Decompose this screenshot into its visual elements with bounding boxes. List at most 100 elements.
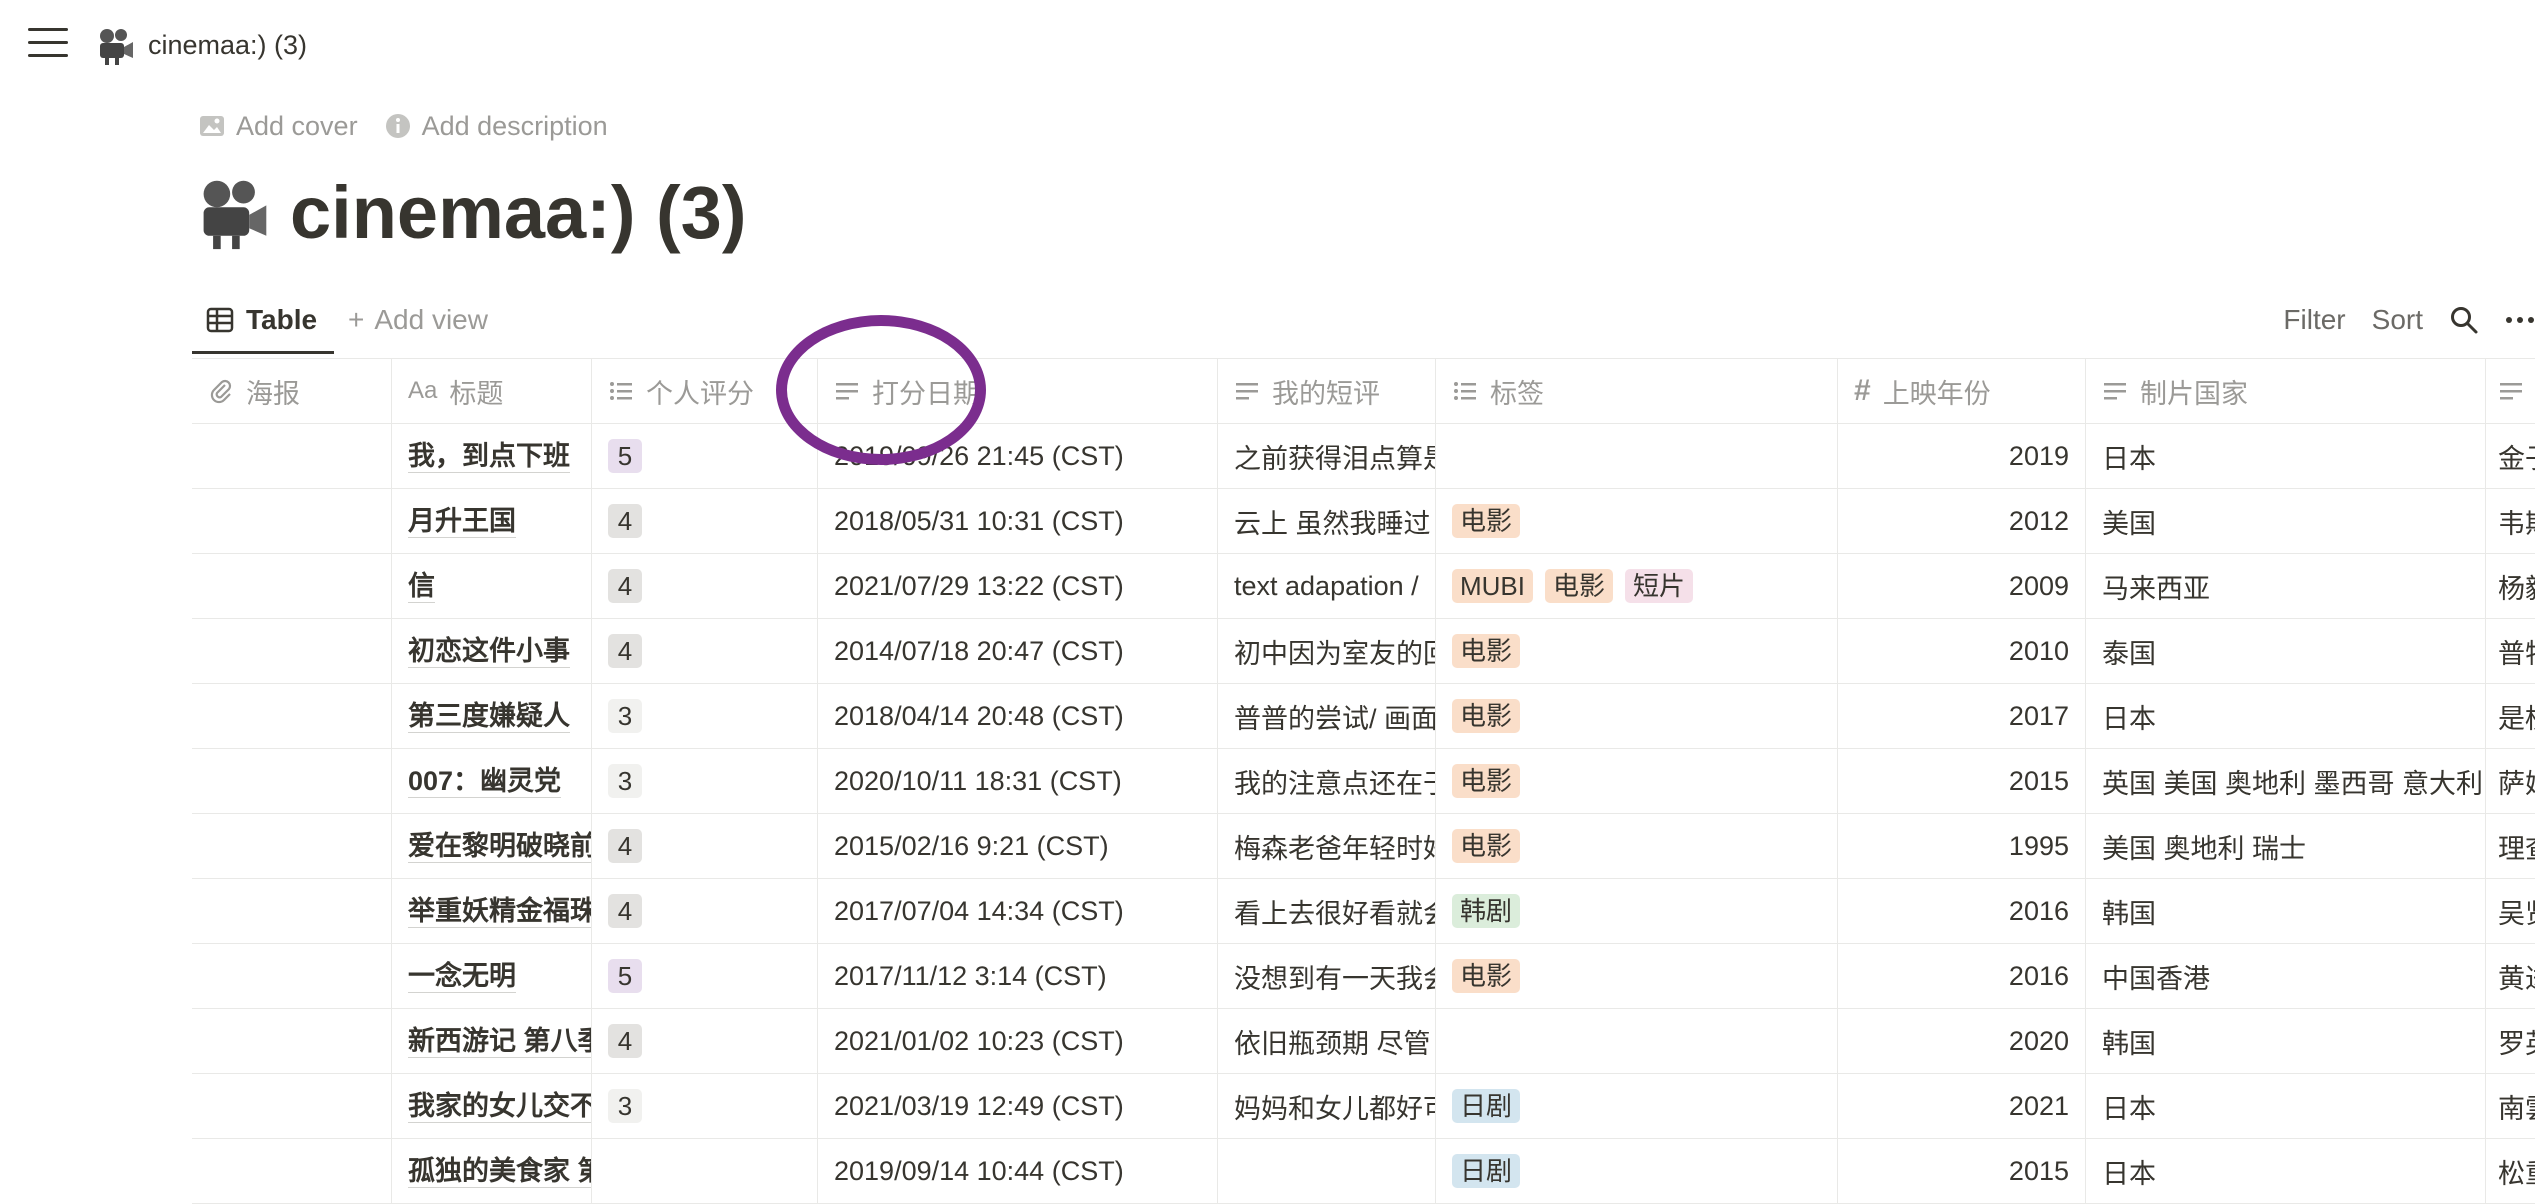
cell-year[interactable]: 2016 (1838, 944, 2086, 1008)
more-icon[interactable] (2505, 305, 2535, 335)
cell-date[interactable]: 2018/05/31 10:31 (CST) (818, 489, 1218, 553)
cell-review[interactable]: 普普的尝试/ 画面 (1218, 684, 1436, 748)
cell-review[interactable]: 云上 虽然我睡过 (1218, 489, 1436, 553)
table-row[interactable]: 007：幽灵党 3 2020/10/11 18:31 (CST) 我的注意点还在于 电影… (192, 749, 2535, 814)
cell-date[interactable]: 2017/11/12 3:14 (CST) (818, 944, 1218, 1008)
cell-poster[interactable] (192, 1139, 392, 1203)
column-header-country[interactable]: 制片国家 (2086, 359, 2486, 423)
row-title-text[interactable]: 新西游记 第八季 (408, 1025, 591, 1058)
cell-review[interactable]: 看上去很好看就会 (1218, 879, 1436, 943)
cell-poster[interactable] (192, 944, 392, 1008)
cell-director[interactable]: 松重 (2486, 1139, 2535, 1203)
cell-country[interactable]: 马来西亚 (2086, 554, 2486, 618)
row-title-text[interactable]: 孤独的美食家 第五季 (408, 1155, 591, 1188)
cell-director[interactable]: 南雲 (2486, 1074, 2535, 1138)
cell-rating[interactable] (592, 1139, 818, 1203)
cell-country[interactable]: 日本 (2086, 1074, 2486, 1138)
cell-country[interactable]: 日本 (2086, 684, 2486, 748)
column-header-year[interactable]: # 上映年份 (1838, 359, 2086, 423)
cell-review[interactable]: 我的注意点还在于 (1218, 749, 1436, 813)
cell-title[interactable]: 举重妖精金福珠 (392, 879, 592, 943)
table-row[interactable]: 爱在黎明破晓前 4 2015/02/16 9:21 (CST) 梅森老爸年轻时好 电影 1… (192, 814, 2535, 879)
cell-poster[interactable] (192, 814, 392, 878)
table-row[interactable]: 第三度嫌疑人 3 2018/04/14 20:48 (CST) 普普的尝试/ 画面 电影… (192, 684, 2535, 749)
cell-date[interactable]: 2019/09/26 21:45 (CST) (818, 424, 1218, 488)
column-header-review[interactable]: 我的短评 (1218, 359, 1436, 423)
breadcrumb-page-title[interactable]: cinemaa:) (3) (148, 27, 307, 63)
cell-title[interactable]: 一念无明 (392, 944, 592, 1008)
tab-table[interactable]: Table (192, 288, 334, 354)
cell-title[interactable]: 我，到点下班 (392, 424, 592, 488)
cell-year[interactable]: 2012 (1838, 489, 2086, 553)
cell-poster[interactable] (192, 1009, 392, 1073)
cell-title[interactable]: 信 (392, 554, 592, 618)
cell-date[interactable]: 2020/10/11 18:31 (CST) (818, 749, 1218, 813)
cell-rating[interactable]: 3 (592, 749, 818, 813)
cell-director[interactable]: 是枝 (2486, 684, 2535, 748)
table-row[interactable]: 月升王国 4 2018/05/31 10:31 (CST) 云上 虽然我睡过 电影 201… (192, 489, 2535, 554)
row-title-text[interactable]: 初恋这件小事 (408, 635, 570, 668)
cell-year[interactable]: 2019 (1838, 424, 2086, 488)
row-title-text[interactable]: 一念无明 (408, 960, 516, 993)
cell-year[interactable]: 2021 (1838, 1074, 2086, 1138)
cell-director[interactable]: 萨姆 (2486, 749, 2535, 813)
cell-date[interactable]: 2015/02/16 9:21 (CST) (818, 814, 1218, 878)
cell-poster[interactable] (192, 749, 392, 813)
cell-country[interactable]: 美国 (2086, 489, 2486, 553)
cell-rating[interactable]: 5 (592, 424, 818, 488)
cell-title[interactable]: 孤独的美食家 第五季 (392, 1139, 592, 1203)
row-title-text[interactable]: 爱在黎明破晓前 (408, 830, 591, 863)
cell-title[interactable]: 月升王国 (392, 489, 592, 553)
cell-tags[interactable]: 韩剧 (1436, 879, 1838, 943)
cell-tags[interactable]: 电影 (1436, 749, 1838, 813)
cell-poster[interactable] (192, 1074, 392, 1138)
cell-date[interactable]: 2017/07/04 14:34 (CST) (818, 879, 1218, 943)
cell-poster[interactable] (192, 619, 392, 683)
cell-rating[interactable]: 4 (592, 554, 818, 618)
cell-poster[interactable] (192, 489, 392, 553)
row-title-text[interactable]: 信 (408, 570, 435, 603)
cell-review[interactable]: 依旧瓶颈期 尽管 (1218, 1009, 1436, 1073)
cell-director[interactable]: 金子 (2486, 424, 2535, 488)
cell-tags[interactable]: 电影 (1436, 944, 1838, 1008)
column-header-tags[interactable]: 标签 (1436, 359, 1838, 423)
cell-director[interactable]: 普特 (2486, 619, 2535, 683)
cell-rating[interactable]: 5 (592, 944, 818, 1008)
cell-director[interactable]: 罗英 (2486, 1009, 2535, 1073)
cell-tags[interactable]: 电影 (1436, 814, 1838, 878)
cell-review[interactable] (1218, 1139, 1436, 1203)
cell-tags[interactable] (1436, 424, 1838, 488)
cell-director[interactable]: 理查 (2486, 814, 2535, 878)
cell-country[interactable]: 泰国 (2086, 619, 2486, 683)
cell-rating[interactable]: 4 (592, 879, 818, 943)
row-title-text[interactable]: 我家的女儿交不到男朋友 (408, 1090, 591, 1123)
cell-rating[interactable]: 3 (592, 684, 818, 748)
cell-director[interactable]: 吴贤 (2486, 879, 2535, 943)
cell-director[interactable]: 黄进 (2486, 944, 2535, 1008)
table-row[interactable]: 孤独的美食家 第五季 2019/09/14 10:44 (CST) 日剧 2015日本… (192, 1139, 2535, 1204)
column-header-title[interactable]: Aa 标题 (392, 359, 592, 423)
cell-title[interactable]: 我家的女儿交不到男朋友 (392, 1074, 592, 1138)
cell-rating[interactable]: 3 (592, 1074, 818, 1138)
search-icon[interactable] (2449, 305, 2479, 335)
row-title-text[interactable]: 举重妖精金福珠 (408, 895, 591, 928)
cell-country[interactable]: 日本 (2086, 424, 2486, 488)
cell-review[interactable]: 妈妈和女儿都好可 (1218, 1074, 1436, 1138)
cell-tags[interactable]: 电影 (1436, 489, 1838, 553)
cell-date[interactable]: 2018/04/14 20:48 (CST) (818, 684, 1218, 748)
cell-tags[interactable]: 日剧 (1436, 1074, 1838, 1138)
sort-button[interactable]: Sort (2372, 304, 2423, 336)
cell-title[interactable]: 初恋这件小事 (392, 619, 592, 683)
filter-button[interactable]: Filter (2283, 304, 2345, 336)
table-row[interactable]: 一念无明 5 2017/11/12 3:14 (CST) 没想到有一天我会 电影 2016… (192, 944, 2535, 1009)
cell-director[interactable]: 杨毅 (2486, 554, 2535, 618)
cell-title[interactable]: 007：幽灵党 (392, 749, 592, 813)
cell-date[interactable]: 2021/03/19 12:49 (CST) (818, 1074, 1218, 1138)
row-title-text[interactable]: 第三度嫌疑人 (408, 700, 570, 733)
column-header-date[interactable]: 打分日期 (818, 359, 1218, 423)
cell-date[interactable]: 2014/07/18 20:47 (CST) (818, 619, 1218, 683)
cell-year[interactable]: 2017 (1838, 684, 2086, 748)
cell-year[interactable]: 1995 (1838, 814, 2086, 878)
column-header-rating[interactable]: 个人评分 (592, 359, 818, 423)
add-cover-button[interactable]: Add cover (198, 106, 358, 146)
